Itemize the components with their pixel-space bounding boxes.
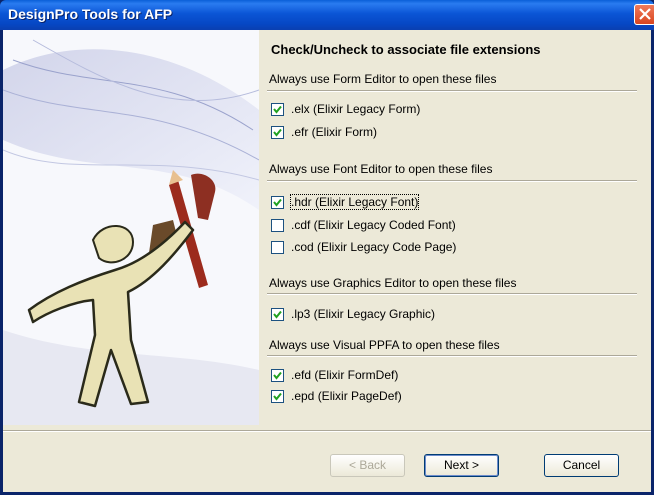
checkbox-label: .epd (Elixir PageDef)	[291, 389, 402, 403]
title-bar[interactable]: DesignPro Tools for AFP	[0, 0, 654, 30]
next-button[interactable]: Next >	[424, 454, 499, 477]
checkbox-box[interactable]	[271, 369, 284, 382]
group-divider	[267, 180, 637, 182]
window-title: DesignPro Tools for AFP	[8, 6, 173, 22]
checkbox-label: .cdf (Elixir Legacy Coded Font)	[291, 218, 456, 232]
group-label-visual-ppfa: Always use Visual PPFA to open these fil…	[269, 338, 500, 352]
checkbox-box[interactable]	[271, 390, 284, 403]
dialog-body: Check/Uncheck to associate file extensio…	[3, 30, 651, 492]
checkbox-box[interactable]	[271, 308, 284, 321]
checkbox-label: .lp3 (Elixir Legacy Graphic)	[291, 307, 436, 321]
checkbox-label: .cod (Elixir Legacy Code Page)	[291, 240, 457, 254]
checkmark-icon	[273, 128, 282, 137]
group-label-form-editor: Always use Form Editor to open these fil…	[269, 72, 497, 86]
checkbox-box[interactable]	[271, 126, 284, 139]
checkbox-label: .efd (Elixir FormDef)	[291, 368, 399, 382]
back-button[interactable]: < Back	[330, 454, 405, 477]
checkmark-icon	[273, 310, 282, 319]
checkbox-label: .elx (Elixir Legacy Form)	[291, 102, 421, 116]
checkmark-icon	[273, 392, 282, 401]
group-divider	[267, 355, 637, 357]
group-label-graphics-editor: Always use Graphics Editor to open these…	[269, 276, 517, 290]
footer-divider	[3, 430, 651, 432]
checkmark-icon	[273, 198, 282, 207]
checkmark-icon	[273, 105, 282, 114]
close-button[interactable]	[634, 4, 654, 25]
checkbox-box[interactable]	[271, 219, 284, 232]
checkbox-box[interactable]	[271, 196, 284, 209]
wizard-window: DesignPro Tools for AFP Check/Uncheck to…	[0, 0, 654, 495]
wizard-illustration	[3, 30, 259, 425]
checkbox-box[interactable]	[271, 241, 284, 254]
page-heading: Check/Uncheck to associate file extensio…	[271, 42, 541, 57]
group-label-font-editor: Always use Font Editor to open these fil…	[269, 162, 493, 176]
cancel-button[interactable]: Cancel	[544, 454, 619, 477]
checkbox-label: .efr (Elixir Form)	[291, 125, 377, 139]
group-divider	[267, 90, 637, 92]
checkmark-icon	[273, 371, 282, 380]
checkbox-box[interactable]	[271, 103, 284, 116]
close-icon	[639, 8, 651, 20]
checkbox-label: .hdr (Elixir Legacy Font)	[289, 194, 420, 210]
group-divider	[267, 293, 637, 295]
